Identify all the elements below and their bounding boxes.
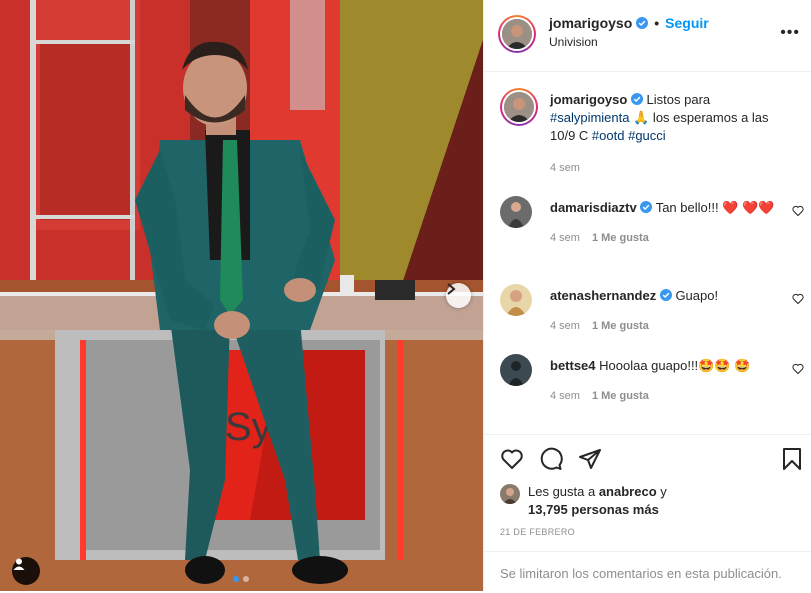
follow-button[interactable]: Seguir: [665, 15, 709, 31]
save-button[interactable]: [780, 447, 804, 476]
comments-disabled-notice: Se limitaron los comentarios en esta pub…: [484, 551, 811, 593]
like-comment-button[interactable]: [792, 204, 804, 222]
user-tags-button[interactable]: [12, 557, 40, 585]
comment-likes[interactable]: 1 Me gusta: [592, 320, 649, 332]
comment-bubble-icon[interactable]: [539, 447, 563, 471]
comments-section: jomarigoyso Listos para #salypimienta 🙏 …: [484, 72, 811, 434]
carousel-dot-active: [233, 576, 239, 582]
comment-avatar[interactable]: [500, 196, 532, 228]
avatar-image: [502, 19, 532, 49]
carousel-dots: [233, 576, 249, 582]
post-photo[interactable]: Sy: [0, 0, 483, 591]
avatar-image: [500, 196, 532, 228]
avatar-image: [500, 354, 532, 386]
verified-badge-icon: [636, 17, 649, 29]
post-actions: Les gusta a anabreco y 13,795 personas m…: [484, 434, 811, 592]
like-comment-button[interactable]: [792, 362, 804, 380]
share-paper-plane-icon[interactable]: [578, 447, 602, 471]
comment-username[interactable]: bettse4: [550, 358, 596, 373]
comment-likes[interactable]: 1 Me gusta: [592, 390, 649, 402]
likes-count[interactable]: 13,795 personas más: [528, 502, 659, 517]
like-heart-icon[interactable]: [500, 447, 524, 471]
caption-avatar[interactable]: [500, 88, 538, 126]
caption-text: Listos para: [642, 92, 711, 107]
post-header: jomarigoyso • Seguir Univision •••: [484, 0, 811, 72]
caption-emoji: 🙏: [633, 110, 650, 125]
post-side-panel: jomarigoyso • Seguir Univision ••• jomar…: [483, 0, 811, 591]
likes-prefix: Les gusta a: [528, 484, 599, 499]
heart-icon: [792, 363, 804, 375]
likes-summary: Les gusta a anabreco y 13,795 personas m…: [500, 483, 698, 519]
avatar-image: [500, 484, 520, 504]
more-options-icon[interactable]: •••: [780, 24, 800, 42]
photo-scene: Sy: [0, 0, 483, 591]
like-comment-button[interactable]: [792, 292, 804, 310]
bookmark-icon: [783, 448, 801, 470]
hashtag-link[interactable]: #salypimienta: [550, 110, 630, 125]
comment-time[interactable]: 4 sem: [550, 232, 580, 244]
header-separator: •: [654, 15, 660, 31]
comment-avatar[interactable]: [500, 284, 532, 316]
comment-text: Hooolaa guapo!!!🤩🤩 🤩: [595, 358, 751, 373]
comment-avatar[interactable]: [500, 354, 532, 386]
verified-badge-icon: [640, 201, 653, 213]
next-photo-button[interactable]: [446, 283, 471, 308]
avatar-image: [500, 284, 532, 316]
verified-badge-icon: [659, 289, 672, 301]
caption-time[interactable]: 4 sem: [550, 162, 580, 174]
likes-middle: y: [656, 484, 667, 499]
chevron-right-icon: [447, 283, 456, 295]
post-date[interactable]: 21 DE FEBRERO: [500, 527, 575, 537]
user-tag-icon: [13, 558, 25, 570]
comment-time[interactable]: 4 sem: [550, 390, 580, 402]
heart-icon: [792, 293, 804, 305]
verified-badge-icon: [630, 93, 643, 105]
comment-text: Guapo!: [671, 288, 719, 303]
caption-username[interactable]: jomarigoyso: [550, 92, 627, 107]
hashtag-link[interactable]: #gucci: [628, 128, 666, 143]
comment-time[interactable]: 4 sem: [550, 320, 580, 332]
liker-avatar[interactable]: [500, 484, 520, 504]
carousel-dot: [243, 576, 249, 582]
liker-username[interactable]: anabreco: [599, 484, 657, 499]
hashtag-link[interactable]: #ootd: [592, 128, 625, 143]
avatar-image: [504, 92, 534, 122]
header-username[interactable]: jomarigoyso: [549, 15, 632, 31]
header-location[interactable]: Univision: [549, 35, 598, 49]
header-avatar[interactable]: [498, 15, 536, 53]
comment-text: Tan bello!!! ❤️ ❤️❤️: [652, 200, 775, 215]
heart-icon: [792, 205, 804, 217]
comments-disabled-text: Se limitaron los comentarios en esta pub…: [500, 566, 782, 581]
comment-username[interactable]: atenashernandez: [550, 288, 656, 303]
comment-username[interactable]: damarisdiaztv: [550, 200, 637, 215]
comment-likes[interactable]: 1 Me gusta: [592, 232, 649, 244]
